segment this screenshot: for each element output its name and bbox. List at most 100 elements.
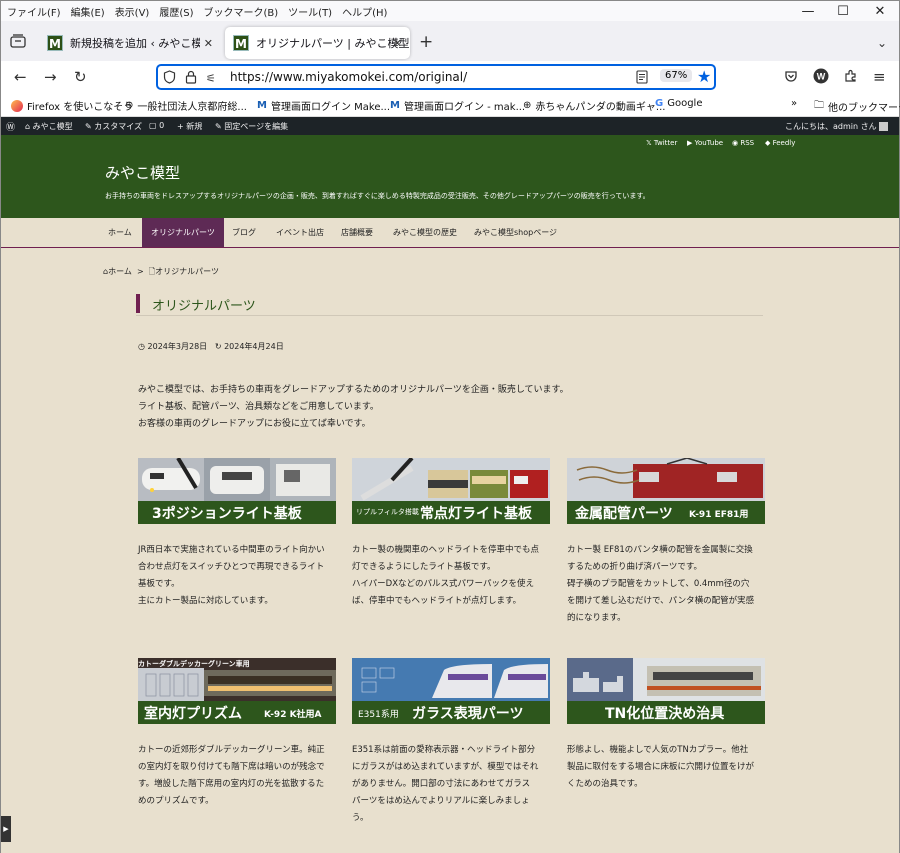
bookmark-folder[interactable]: 🗀 他のブックマーク — [814, 98, 900, 115]
hamburger-menu-icon[interactable]: ≡ — [873, 69, 886, 85]
close-tab-icon[interactable]: ✕ — [393, 37, 402, 50]
breadcrumb-current: オリジナルパーツ — [155, 267, 220, 276]
product-banner-label: TN化位置決め治具 — [567, 701, 765, 724]
global-nav: ホーム オリジナルパーツ ブログ イベント出店 店舗概要 みやこ模型の歴史 みや… — [1, 218, 899, 248]
product-description: カトー製の機関車のヘッドライトを停車中でも点 灯できるようにしたライト基板です。ハ… — [352, 545, 540, 606]
social-twitter[interactable]: 𝕏 Twitter — [646, 139, 677, 147]
social-rss[interactable]: ◉ RSS — [732, 139, 754, 147]
menu-file[interactable]: ファイル(F) — [7, 4, 61, 19]
admin-comments-link[interactable]: ▢ 0 — [149, 121, 164, 130]
bookmark-item[interactable]: Firefox を使いこなそう — [11, 98, 133, 113]
product-banner-label: E351系用 ガラス表現パーツ — [352, 701, 550, 724]
updated-icon: ↻ — [214, 342, 222, 351]
site-title[interactable]: みやこ模型 — [105, 162, 180, 183]
m-logo-icon: M — [257, 100, 267, 111]
menu-history[interactable]: 履歴(S) — [159, 4, 193, 19]
admin-greeting[interactable]: こんにちは、admin さん — [785, 121, 889, 132]
nav-home[interactable]: ホーム — [99, 218, 141, 247]
product-banner[interactable]: 3ポジションライト基板 — [138, 458, 336, 524]
nav-events[interactable]: イベント出店 — [267, 218, 333, 247]
sidebar-toggle-arrow-icon[interactable]: ▶ — [1, 816, 11, 842]
product-banner[interactable]: 金属配管パーツ K-91 EF81用 — [567, 458, 765, 524]
shield-icon[interactable] — [163, 70, 176, 88]
tab-bar: M 新規投稿を追加 ‹ みやこ模型 — W ✕ M オリジナルパーツ | みやこ… — [1, 21, 899, 61]
clock-icon: ◷ — [138, 342, 145, 351]
chevron-down-icon[interactable]: ⌄ — [877, 35, 887, 51]
product-description: JR西日本で実施されている中間車のライト向かい 合わせ点灯をスイッチひとつで再現で… — [138, 545, 325, 606]
nav-store-info[interactable]: 店舗概要 — [332, 218, 382, 247]
product-photo — [138, 458, 336, 501]
product-banner-label: 3ポジションライト基板 — [138, 501, 336, 524]
google-icon: G — [655, 98, 664, 109]
product-banner-label: 金属配管パーツ K-91 EF81用 — [567, 501, 765, 524]
close-window-button[interactable]: ✕ — [863, 1, 897, 23]
pocket-icon[interactable] — [784, 69, 798, 88]
close-tab-icon[interactable]: ✕ — [204, 37, 213, 50]
breadcrumb-home[interactable]: ホーム — [108, 267, 132, 276]
permissions-icon[interactable]: ⚟ — [206, 71, 216, 87]
zoom-level[interactable]: 67% — [660, 69, 693, 82]
nav-blog[interactable]: ブログ — [223, 218, 265, 247]
back-arrow-icon[interactable]: ← — [14, 69, 27, 85]
product-banner[interactable]: リプルフィルタ搭載 常点灯ライト基板 — [352, 458, 550, 524]
bookmark-item[interactable]: M 管理画面ログイン Make... — [257, 98, 390, 113]
nav-original-parts[interactable]: オリジナルパーツ — [142, 218, 224, 247]
product-photo — [352, 458, 550, 501]
site-description: お手持ちの車両をドレスアップするオリジナルパーツの企画・販売、到着すればすぐに楽… — [105, 192, 650, 200]
extensions-icon[interactable] — [844, 69, 858, 86]
nav-history[interactable]: みやこ模型の歴史 — [384, 218, 466, 247]
admin-new-link[interactable]: + 新規 — [177, 121, 202, 132]
site-favicon: M — [47, 35, 63, 51]
menu-tools[interactable]: ツール(T) — [288, 4, 332, 19]
menu-edit[interactable]: 編集(E) — [71, 4, 105, 19]
product-banner[interactable]: E351系用 ガラス表現パーツ — [352, 658, 550, 724]
product-banner-label: 室内灯プリズム K-92 K社用A — [138, 701, 336, 724]
updated-date: 2024年4月24日 — [224, 342, 284, 351]
product-photo — [567, 458, 765, 501]
admin-edit-page-link[interactable]: ✎ 固定ページを編集 — [215, 121, 288, 132]
nav-shop[interactable]: みやこ模型shopページ — [465, 218, 566, 247]
social-feedly[interactable]: ◆ Feedly — [765, 139, 795, 147]
reader-view-icon[interactable] — [636, 70, 648, 88]
menu-view[interactable]: 表示(V) — [115, 4, 150, 19]
menu-bookmarks[interactable]: ブックマーク(B) — [204, 4, 279, 19]
avatar — [879, 122, 889, 131]
new-tab-button[interactable]: + — [419, 34, 433, 51]
admin-customize-link[interactable]: ✎ カスタマイズ — [85, 121, 142, 132]
product-photo — [567, 658, 765, 701]
bookmark-item[interactable]: G Google — [655, 98, 702, 109]
product-description: 形態よし、機能よしで人気のTNカプラー。他社 製品に取付をする場合に床板に穴開け位… — [567, 745, 755, 789]
account-icon[interactable]: W — [813, 68, 829, 87]
bookmark-item[interactable]: ⊕ 赤ちゃんパンダの動画ギャ... — [523, 98, 665, 113]
menu-bar: ファイル(F) 編集(E) 表示(V) 履歴(S) ブックマーク(B) ツール(… — [1, 1, 899, 21]
url-text[interactable]: https://www.miyakomokei.com/original/ — [230, 70, 467, 84]
url-bar[interactable]: ⚟ https://www.miyakomokei.com/original/ … — [156, 64, 716, 90]
title-accent-bar — [136, 294, 140, 313]
forward-arrow-icon[interactable]: → — [44, 69, 57, 85]
product-photo — [352, 658, 550, 701]
main-content: ⌂ホーム > 🗋オリジナルパーツ オリジナルパーツ ◷ 2024年3月28日 ↻… — [1, 248, 899, 853]
more-bookmarks-chevron-icon[interactable]: » — [791, 98, 797, 109]
menu-help[interactable]: ヘルプ(H) — [342, 4, 387, 19]
reload-icon[interactable]: ↻ — [74, 69, 87, 85]
bookmark-item[interactable]: M 管理画面ログイン - mak... — [390, 98, 525, 113]
minimize-button[interactable]: — — [791, 1, 825, 23]
social-youtube[interactable]: ▶ YouTube — [687, 139, 723, 147]
tab-original-parts[interactable]: M オリジナルパーツ | みやこ模型 ✕ — [225, 27, 410, 59]
bookmark-item[interactable]: ⊛ 一般社団法人京都府総... — [125, 98, 247, 113]
wordpress-logo-icon[interactable]: Ⓦ — [6, 120, 15, 133]
intro-text: みやこ模型では、お手持ちの車両をグレードアップするためのオリジナルパーツを企画・… — [138, 385, 569, 429]
product-banner[interactable]: TN化位置決め治具 — [567, 658, 765, 724]
product-banner[interactable]: 室内灯プリズム K-92 K社用A カトーダブルデッカーグリーン車用 — [138, 658, 336, 724]
tab-overview-icon[interactable] — [10, 34, 26, 51]
bookmark-star-icon[interactable]: ★ — [697, 69, 711, 85]
tab-label: 新規投稿を追加 ‹ みやこ模型 — W — [70, 37, 200, 50]
svg-text:W: W — [817, 72, 826, 82]
product-description: E351系は前面の愛称表示器・ヘッドライト部分 にガラスがはめ込まれていますが、模… — [352, 745, 539, 823]
bookmarks-toolbar: Firefox を使いこなそう ⊛ 一般社団法人京都府総... M 管理画面ログイン… — [1, 93, 900, 117]
admin-site-link[interactable]: ⌂ みやこ模型 — [25, 121, 73, 132]
lock-icon[interactable] — [185, 70, 197, 87]
tab-new-post[interactable]: M 新規投稿を追加 ‹ みやこ模型 — W ✕ — [39, 27, 221, 59]
maximize-button[interactable]: ☐ — [826, 1, 860, 23]
globe-icon: ⊕ — [523, 100, 532, 111]
